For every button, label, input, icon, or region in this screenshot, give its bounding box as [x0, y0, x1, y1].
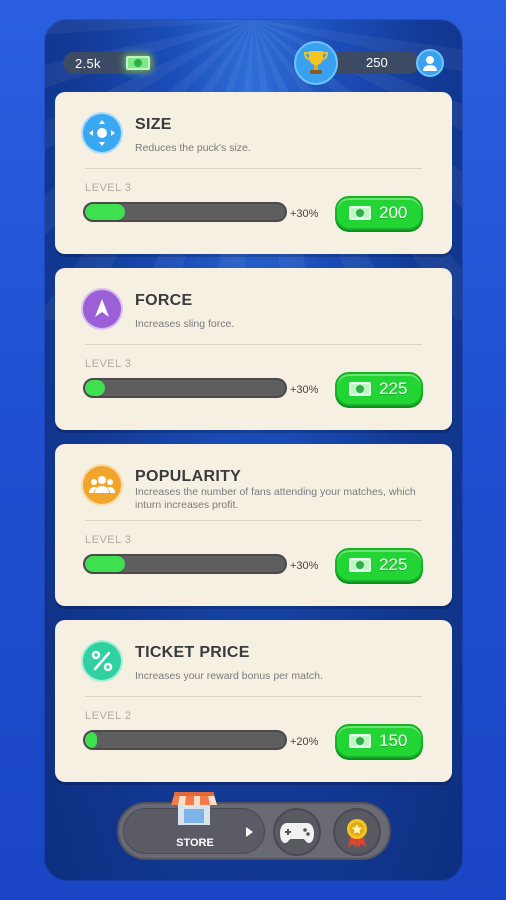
store-tab[interactable]: STORE	[123, 792, 265, 854]
upgrade-card-popularity: POPULARITY Increases the number of fans …	[55, 444, 452, 606]
upgrade-price: 225	[379, 379, 408, 398]
gamepad-icon[interactable]	[273, 808, 321, 856]
size-arrows-icon	[81, 112, 123, 154]
upgrade-level: LEVEL 3	[85, 358, 132, 370]
upgrade-price: 225	[379, 555, 408, 574]
upgrade-level: LEVEL 3	[85, 182, 132, 194]
upgrade-progress-fill	[85, 732, 97, 748]
buy-upgrade-button[interactable]: 225	[335, 372, 423, 406]
score-display: 250	[294, 41, 444, 85]
upgrade-title: SIZE	[135, 116, 172, 133]
upgrade-bonus: +30%	[290, 208, 319, 220]
upgrade-card-force: FORCE Increases sling force. LEVEL 3 +30…	[55, 268, 452, 430]
upgrade-title: FORCE	[135, 292, 193, 309]
upgrade-description: Increases the number of fans attending y…	[135, 486, 416, 511]
fans-icon	[81, 464, 123, 506]
upgrade-progress-fill	[85, 204, 125, 220]
upgrade-description: Increases sling force.	[135, 318, 235, 330]
arrow-right-icon	[246, 827, 253, 837]
cash-bill-icon	[123, 50, 153, 76]
cash-bill-icon	[349, 734, 371, 748]
force-arrow-icon	[81, 288, 123, 330]
upgrade-progress-bar	[83, 730, 287, 750]
buy-upgrade-button[interactable]: 150	[335, 724, 423, 758]
percent-icon	[81, 640, 123, 682]
card-divider	[85, 696, 422, 697]
buy-upgrade-button[interactable]: 200	[335, 196, 423, 230]
upgrade-description: Reduces the puck's size.	[135, 142, 251, 154]
buy-upgrade-button[interactable]: 225	[335, 548, 423, 582]
score-value: 250	[366, 55, 388, 70]
cash-bill-icon	[349, 558, 371, 572]
upgrade-progress-bar	[83, 554, 287, 574]
cash-display: 2.5k	[63, 52, 155, 74]
upgrade-progress-bar	[83, 202, 287, 222]
user-avatar-icon[interactable]	[416, 49, 444, 77]
upgrade-bonus: +30%	[290, 384, 319, 396]
upgrade-title: POPULARITY	[135, 468, 242, 485]
store-icon	[170, 791, 218, 827]
upgrade-level: LEVEL 2	[85, 710, 132, 722]
medal-icon[interactable]	[333, 808, 381, 856]
upgrade-bonus: +30%	[290, 560, 319, 572]
card-divider	[85, 344, 422, 345]
cash-value: 2.5k	[75, 55, 101, 71]
game-screen: 2.5k 250 SIZE Reduces the puck's size. L…	[45, 20, 462, 880]
upgrade-card-size: SIZE Reduces the puck's size. LEVEL 3 +3…	[55, 92, 452, 254]
store-label: STORE	[176, 837, 214, 849]
upgrade-card-ticket-price: TICKET PRICE Increases your reward bonus…	[55, 620, 452, 782]
cash-bill-icon	[349, 206, 371, 220]
card-divider	[85, 168, 422, 169]
cash-bill-icon	[349, 382, 371, 396]
upgrade-description: Increases your reward bonus per match.	[135, 670, 323, 682]
trophy-icon	[294, 41, 338, 85]
card-divider	[85, 520, 422, 521]
upgrade-price: 150	[379, 731, 408, 750]
upgrade-title: TICKET PRICE	[135, 644, 250, 661]
bottom-nav: STORE	[117, 792, 391, 860]
upgrade-progress-bar	[83, 378, 287, 398]
upgrade-bonus: +20%	[290, 736, 319, 748]
upgrade-price: 200	[379, 203, 408, 222]
upgrade-progress-fill	[85, 380, 105, 396]
upgrade-level: LEVEL 3	[85, 534, 132, 546]
upgrade-progress-fill	[85, 556, 125, 572]
